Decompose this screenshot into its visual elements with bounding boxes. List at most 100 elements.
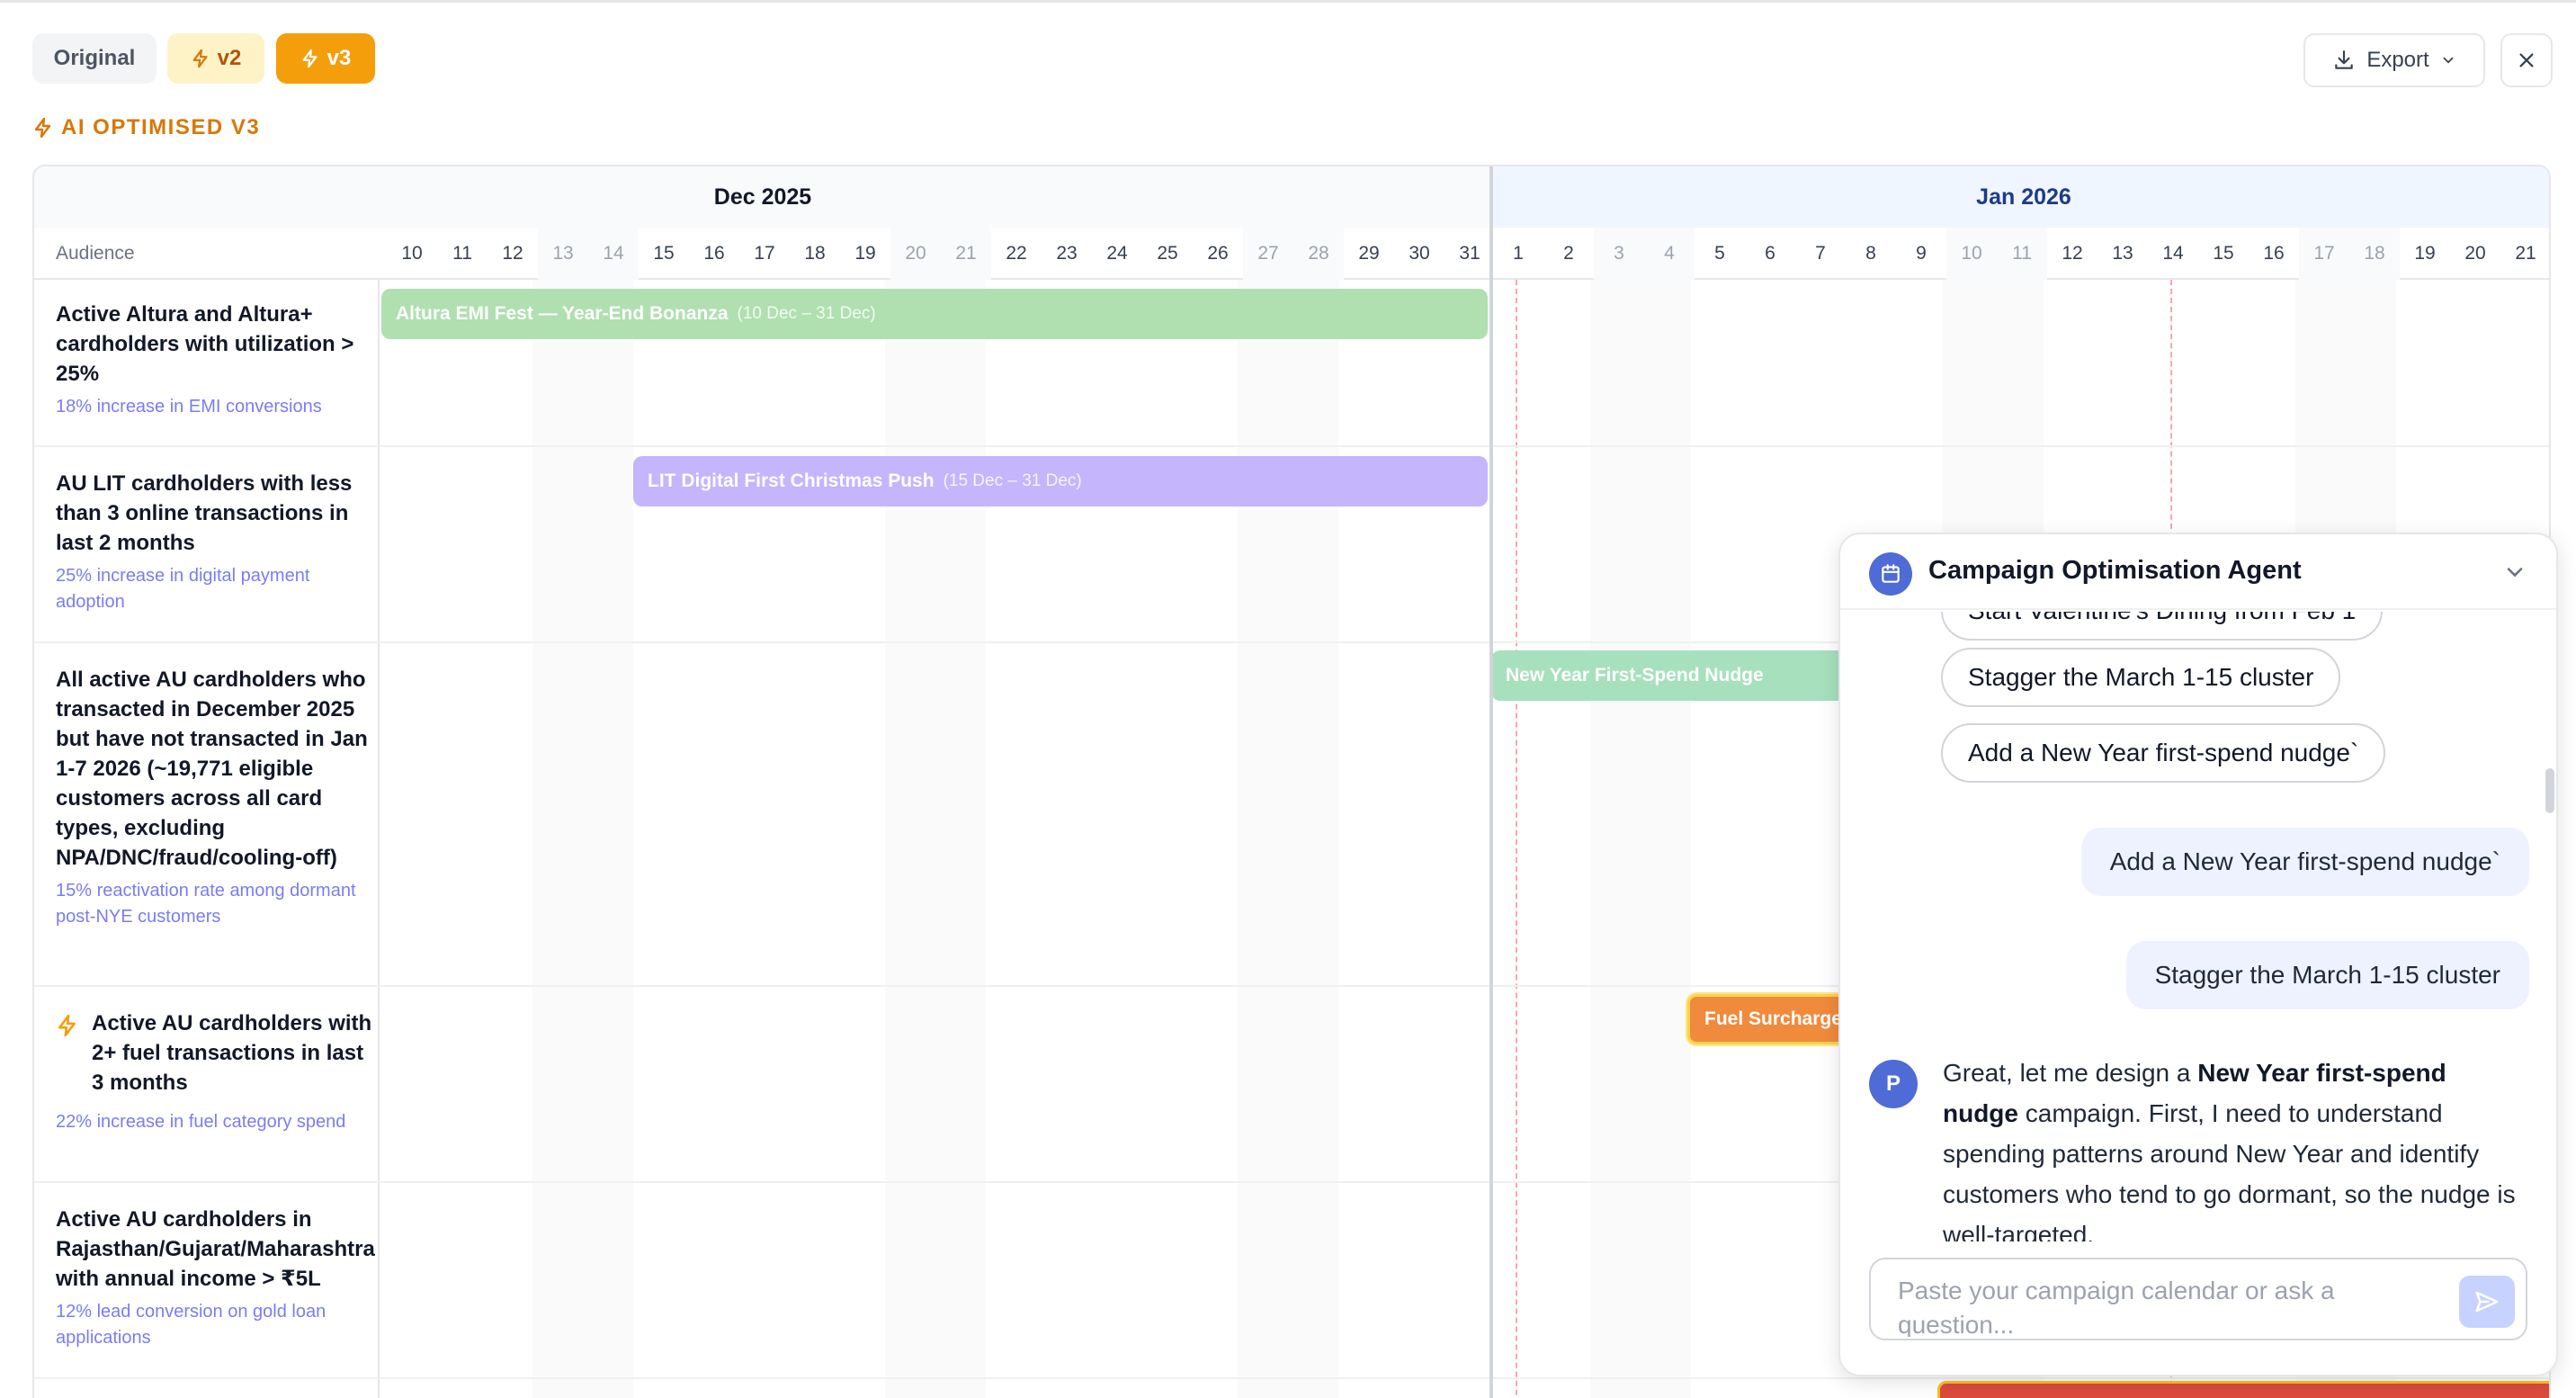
- audience-goal: 12% lead conversion on gold loan applica…: [56, 1302, 326, 1348]
- audience-cell: Active AU cardholders with 2+ fuel trans…: [92, 1008, 380, 1098]
- day-header: 27: [1243, 228, 1293, 280]
- month-header-jan: Jan 2026: [1493, 166, 2549, 228]
- day-header: 3: [1594, 228, 1644, 280]
- user-message: Add a New Year first-spend nudge`: [2080, 828, 2529, 896]
- download-icon: [2335, 50, 2354, 69]
- day-header: 31: [1459, 243, 1480, 264]
- campaign-bar[interactable]: New Year First-Spend Nudge: [1491, 650, 1851, 701]
- day-header: 2: [1563, 243, 1574, 264]
- day-header: 12: [2062, 243, 2083, 264]
- campaign-bar-title: Altura EMI Fest — Year-End Bonanza: [396, 303, 729, 324]
- export-label: Export: [2366, 48, 2429, 72]
- calendar-icon: [1882, 564, 1900, 583]
- campaign-bar-range: (10 Dec – 31 Dec): [737, 304, 876, 323]
- campaign-bar[interactable]: Altura EMI Fest — Year-End Bonanza (10 D…: [381, 289, 1488, 339]
- tab-original[interactable]: Original: [32, 33, 157, 84]
- close-button[interactable]: [2500, 33, 2553, 87]
- day-header: 6: [1765, 243, 1775, 264]
- campaign-bar-title: New Year First-Spend Nudge: [1506, 665, 1764, 686]
- section-label: AI OPTIMISED V3: [32, 115, 260, 140]
- user-message: Stagger the March 1-15 cluster: [2125, 941, 2529, 1009]
- day-header: 1: [1513, 243, 1524, 264]
- day-header: 22: [1006, 243, 1027, 264]
- suggestion-chip[interactable]: Add a New Year first-spend nudge`: [1941, 723, 2386, 783]
- day-header: 16: [2263, 243, 2285, 264]
- campaign-bar[interactable]: LIT Digital First Christmas Push (15 Dec…: [633, 456, 1488, 506]
- suggestion-chip[interactable]: Start Valentine's Dining from Feb 1: [1941, 612, 2384, 641]
- chat-messages[interactable]: Start Valentine's Dining from Feb 1 Stag…: [1840, 612, 2556, 1241]
- day-header: 19: [2414, 243, 2436, 264]
- audience-title: Active Altura and Altura+ cardholders wi…: [56, 302, 354, 386]
- day-header: 4: [1644, 228, 1695, 280]
- send-button[interactable]: [2459, 1276, 2515, 1328]
- day-header: 12: [502, 243, 523, 264]
- section-label-text: AI OPTIMISED V3: [61, 115, 261, 139]
- tab-v2-label: v2: [217, 46, 242, 70]
- chat-input-box: [1869, 1258, 2527, 1340]
- scrollbar[interactable]: [2545, 768, 2554, 813]
- campaign-bar-title: LIT Digital First Christmas Push: [648, 470, 935, 491]
- day-header: 17: [754, 243, 775, 264]
- agent-message-text: Great, let me design a: [1943, 1059, 2198, 1087]
- day-header: 11: [1997, 228, 2047, 280]
- chevron-down-icon[interactable]: [2502, 560, 2527, 585]
- bolt-icon: [302, 49, 318, 68]
- suggestion-chip[interactable]: Stagger the March 1-15 cluster: [1941, 648, 2341, 707]
- day-header: 13: [2112, 243, 2133, 264]
- chevron-down-icon: [2443, 57, 2454, 64]
- campaign-bar[interactable]: [1937, 1381, 2549, 1398]
- agent-icon: [1869, 552, 1912, 596]
- tab-original-label: Original: [53, 46, 136, 70]
- audience-column-header: Audience: [56, 243, 135, 264]
- bolt-icon: [58, 1014, 76, 1037]
- day-header: 30: [1409, 243, 1430, 264]
- audience-cell: Active Altura and Altura+ cardholders wi…: [56, 300, 380, 420]
- day-header: 29: [1358, 243, 1380, 264]
- day-header: 25: [1157, 243, 1178, 264]
- audience-goal: 25% increase in digital payment adoption: [56, 566, 310, 612]
- tab-v2[interactable]: v2: [167, 33, 264, 84]
- audience-title: Active AU cardholders with 2+ fuel trans…: [92, 1011, 372, 1095]
- close-icon: [2519, 53, 2534, 67]
- day-header: 17: [2299, 228, 2349, 280]
- day-header: 10: [401, 243, 423, 264]
- day-header: 14: [2162, 243, 2184, 264]
- table-row: Active Altura and Altura+ cardholders wi…: [34, 280, 2549, 447]
- day-header-row: Audience 10 11 12 13 14 15 16 17 18 19 20 21 22 23 24 2…: [34, 228, 2549, 280]
- day-header: 15: [2213, 243, 2234, 264]
- bolt-icon: [192, 49, 208, 68]
- chat-input[interactable]: [1898, 1274, 2437, 1337]
- day-header: 19: [854, 243, 876, 264]
- audience-cell: Active AU cardholders in Rajasthan/Gujar…: [56, 1205, 398, 1351]
- day-header: 16: [703, 243, 725, 264]
- avatar: P: [1869, 1060, 1918, 1108]
- day-header: 28: [1293, 228, 1344, 280]
- day-header: 20: [890, 228, 941, 280]
- month-header-row: Dec 2025 Jan 2026: [34, 166, 2549, 228]
- day-header: 7: [1815, 243, 1826, 264]
- day-header: 20: [2464, 243, 2486, 264]
- day-header: 21: [941, 228, 991, 280]
- day-header: 21: [2515, 243, 2536, 264]
- day-header: 11: [452, 243, 472, 264]
- top-divider: [0, 0, 2576, 3]
- day-header: 15: [653, 243, 675, 264]
- day-header: 14: [588, 228, 639, 280]
- day-header: 8: [1865, 243, 1876, 264]
- month-divider: [1489, 166, 1493, 1398]
- audience-title: Active AU cardholders in Rajasthan/Gujar…: [56, 1207, 375, 1291]
- chat-header[interactable]: Campaign Optimisation Agent: [1840, 534, 2556, 610]
- export-button[interactable]: Export: [2303, 33, 2485, 87]
- campaign-bar-title: Fuel Surcharge: [1704, 1008, 1842, 1029]
- day-header: 18: [804, 243, 826, 264]
- chat-title: Campaign Optimisation Agent: [1928, 556, 2302, 585]
- audience-goal: 15% reactivation rate among dormant post…: [56, 881, 356, 927]
- audience-cell: AU LIT cardholders with less than 3 onli…: [56, 469, 380, 615]
- chat-panel: Campaign Optimisation Agent Start Valent…: [1838, 533, 2558, 1376]
- month-header-dec: Dec 2025: [34, 166, 1491, 228]
- day-header: 5: [1714, 243, 1725, 264]
- audience-cell: 22% increase in fuel category spend: [56, 1104, 380, 1135]
- tab-v3[interactable]: v3: [276, 33, 375, 84]
- audience-goal: 22% increase in fuel category spend: [56, 1112, 346, 1132]
- day-header: 9: [1916, 243, 1927, 264]
